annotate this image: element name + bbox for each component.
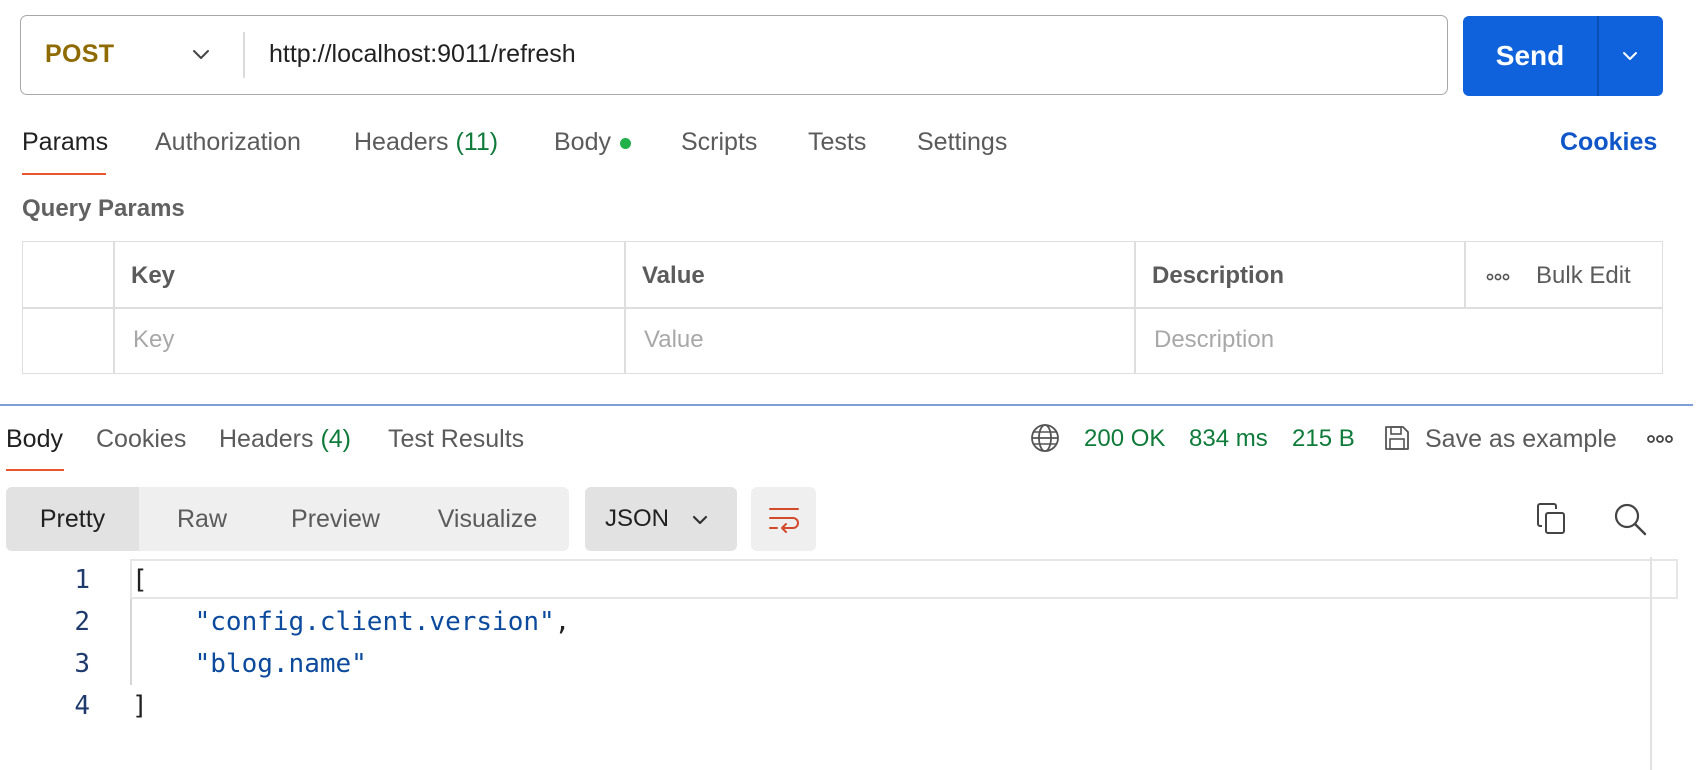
url-input[interactable]: http://localhost:9011/refresh <box>269 16 576 93</box>
line-number: 4 <box>74 691 90 721</box>
tab-params[interactable]: Params <box>22 128 108 157</box>
code-string: "config.client.version" <box>194 607 555 637</box>
more-horizontal-icon[interactable] <box>1646 433 1674 445</box>
view-mode-visualize[interactable]: Visualize <box>406 487 569 551</box>
status-code[interactable]: 200 OK <box>1084 425 1165 453</box>
send-divider <box>1597 16 1599 96</box>
tab-body-label: Body <box>554 128 611 156</box>
line-number: 1 <box>74 565 90 595</box>
tab-headers[interactable]: Headers (11) <box>354 128 498 157</box>
search-icon[interactable] <box>1613 502 1647 536</box>
key-input[interactable]: Key <box>133 326 174 354</box>
column-header-value: Value <box>642 262 705 289</box>
save-icon[interactable] <box>1382 423 1412 453</box>
table-divider <box>1464 242 1466 308</box>
response-tab-test-results[interactable]: Test Results <box>388 425 524 454</box>
response-tab-headers[interactable]: Headers (4) <box>219 425 351 454</box>
chevron-down-icon[interactable] <box>189 42 213 66</box>
globe-icon[interactable] <box>1030 423 1060 453</box>
code-line[interactable]: [ <box>132 565 148 595</box>
response-size[interactable]: 215 B <box>1292 425 1355 453</box>
pane-resize-handle[interactable] <box>0 404 1693 406</box>
response-tab-headers-label: Headers <box>219 425 314 453</box>
copy-icon[interactable] <box>1536 502 1568 536</box>
wrap-lines-button[interactable] <box>751 487 816 551</box>
active-tab-indicator <box>6 469 64 471</box>
response-tab-cookies[interactable]: Cookies <box>96 425 186 454</box>
code-line[interactable]: "blog.name" <box>132 649 367 679</box>
cookies-link[interactable]: Cookies <box>1560 128 1657 157</box>
chevron-down-icon[interactable] <box>1618 44 1642 68</box>
url-divider <box>243 32 245 78</box>
view-mode-pretty[interactable]: Pretty <box>6 487 139 551</box>
active-line-highlight <box>130 559 1678 599</box>
send-button-group: Send <box>1463 16 1663 96</box>
body-indicator-dot <box>620 138 631 149</box>
tab-headers-label: Headers <box>354 128 449 156</box>
more-horizontal-icon[interactable] <box>1486 272 1510 282</box>
tab-authorization[interactable]: Authorization <box>155 128 301 157</box>
column-header-description: Description <box>1152 262 1285 289</box>
value-input[interactable]: Value <box>644 326 704 354</box>
active-tab-indicator <box>22 173 106 175</box>
code-punctuation: , <box>554 607 571 637</box>
method-select[interactable]: POST <box>45 16 114 93</box>
code-string: "blog.name" <box>194 649 367 679</box>
code-bracket: ] <box>132 691 148 721</box>
editor-scrollbar[interactable] <box>1650 557 1652 770</box>
url-bar: POST http://localhost:9011/refresh <box>20 15 1448 95</box>
view-mode-raw[interactable]: Raw <box>139 487 265 551</box>
bulk-edit-button[interactable]: Bulk Edit <box>1536 262 1631 290</box>
query-params-table: Key Value Description Bulk Edit Key Valu… <box>22 241 1663 374</box>
tab-body[interactable]: Body <box>554 128 611 157</box>
code-bracket: [ <box>132 565 148 595</box>
line-number: 2 <box>74 607 90 637</box>
tab-tests[interactable]: Tests <box>808 128 866 157</box>
table-divider <box>23 307 1662 309</box>
response-time[interactable]: 834 ms <box>1189 425 1268 453</box>
description-input[interactable]: Description <box>1154 326 1274 354</box>
view-mode-selector: Pretty Raw Preview Visualize <box>6 487 569 551</box>
tab-settings[interactable]: Settings <box>917 128 1007 157</box>
wrap-lines-icon <box>769 508 799 533</box>
method-label: POST <box>45 40 115 68</box>
format-select[interactable]: JSON <box>585 487 737 551</box>
code-line[interactable]: "config.client.version", <box>132 607 571 637</box>
query-params-title: Query Params <box>22 195 185 222</box>
headers-count: (11) <box>455 128 499 156</box>
chevron-down-icon <box>692 515 708 525</box>
tab-scripts[interactable]: Scripts <box>681 128 757 157</box>
view-mode-preview[interactable]: Preview <box>265 487 406 551</box>
save-as-example-button[interactable]: Save as example <box>1425 425 1617 454</box>
send-button[interactable]: Send <box>1463 16 1597 96</box>
response-tab-body[interactable]: Body <box>6 425 63 454</box>
code-line[interactable]: ] <box>132 691 148 721</box>
response-headers-count: (4) <box>320 425 352 453</box>
line-number: 3 <box>74 649 90 679</box>
column-header-key: Key <box>131 262 176 289</box>
format-label: JSON <box>605 505 670 532</box>
